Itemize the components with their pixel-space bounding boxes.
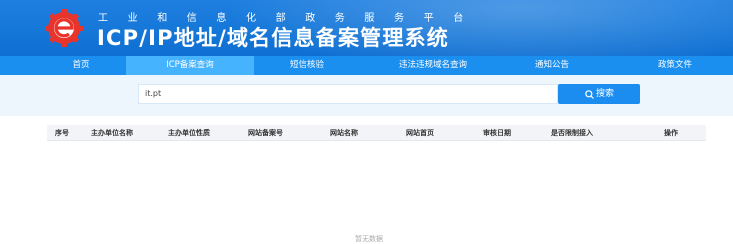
column-header-organizer-name: 主办单位名称 (91, 129, 133, 137)
nav-item-illegal-domain-query[interactable]: 违法违规域名查询 (368, 56, 498, 75)
e-gear-logo-icon (45, 9, 83, 47)
page-title: ICP/IP地址/域名信息备案管理系统 (97, 26, 449, 50)
search-button-label: 搜索 (596, 89, 615, 99)
empty-state-text: 暂无数据 (355, 235, 383, 243)
search-icon (585, 90, 594, 99)
nav-item-icp-query[interactable]: ICP备案查询 (126, 56, 254, 75)
nav-item-notices[interactable]: 通知公告 (512, 56, 592, 75)
column-header-actions: 操作 (664, 129, 678, 137)
nav-item-home[interactable]: 首页 (46, 56, 116, 75)
column-header-organizer-type: 主办单位性质 (168, 129, 210, 137)
column-header-index: 序号 (55, 129, 69, 137)
column-header-record-number: 网站备案号 (248, 129, 283, 137)
nav-item-policy-docs[interactable]: 政策文件 (630, 56, 720, 75)
column-header-site-homepage: 网站首页 (406, 129, 434, 137)
search-button[interactable]: 搜索 (558, 84, 640, 104)
column-header-access-restricted: 是否限制接入 (551, 129, 593, 137)
main-nav: 首页 ICP备案查询 短信核验 违法违规域名查询 通知公告 政策文件 (0, 56, 733, 75)
search-input[interactable]: it.pt (138, 84, 558, 104)
column-header-site-name: 网站名称 (330, 129, 358, 137)
results-table-header: 序号 主办单位名称 主办单位性质 网站备案号 网站名称 网站首页 审核日期 是否… (47, 125, 706, 141)
site-header: 工业和信息化部政务服务平台 ICP/IP地址/域名信息备案管理系统 (0, 0, 733, 56)
column-header-review-date: 审核日期 (483, 129, 511, 137)
results-table-body (47, 141, 706, 241)
nav-item-sms-verify[interactable]: 短信核验 (262, 56, 352, 75)
